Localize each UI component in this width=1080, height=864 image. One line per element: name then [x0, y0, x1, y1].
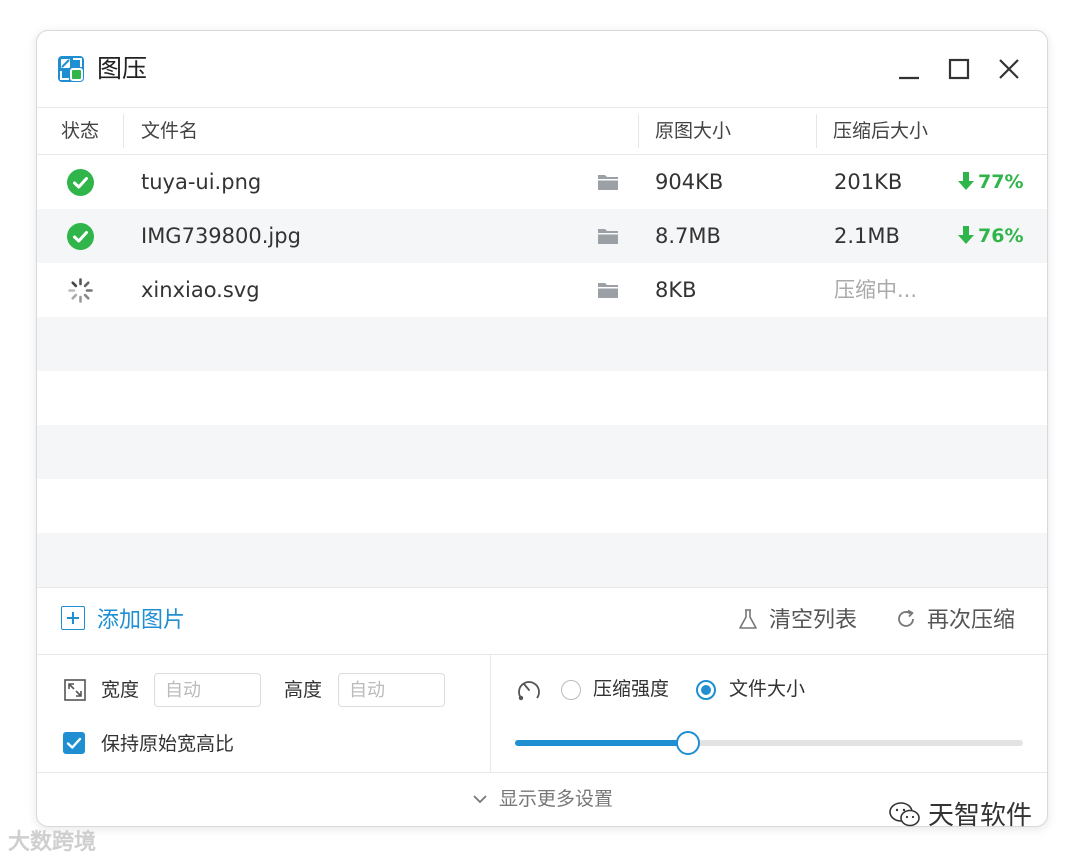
chevron-down-icon	[473, 795, 487, 804]
reduction-percent: 76%	[978, 225, 1024, 247]
recompress-label: 再次压缩	[927, 608, 1016, 633]
arrow-down-icon	[958, 172, 974, 190]
keep-ratio-label[interactable]: 保持原始宽高比	[101, 726, 234, 762]
keep-ratio-checkbox[interactable]	[63, 732, 85, 754]
table-row[interactable]: xinxiao.svg 8KB 压缩中...	[37, 263, 1047, 317]
radio-compression-strength[interactable]	[561, 680, 581, 700]
file-name: IMG739800.jpg	[141, 224, 301, 248]
file-name: xinxiao.svg	[141, 278, 260, 302]
folder-icon[interactable]	[597, 226, 619, 246]
empty-row	[37, 317, 1047, 371]
action-bar: 添加图片 清空列表 再次压缩	[37, 587, 1047, 655]
slider-fill	[515, 740, 688, 746]
radio-file-size[interactable]	[696, 680, 716, 700]
column-divider	[638, 114, 639, 148]
height-label: 高度	[284, 679, 323, 701]
header-original-size[interactable]: 原图大小	[655, 108, 731, 154]
app-title: 图压	[97, 54, 148, 83]
title-bar[interactable]: 图压	[37, 31, 1047, 108]
close-button[interactable]	[993, 53, 1025, 85]
check-circle-icon	[67, 169, 94, 196]
close-icon	[999, 59, 1019, 79]
height-input[interactable]	[338, 673, 445, 707]
recompress-button[interactable]: 再次压缩	[895, 606, 1015, 636]
empty-row	[37, 371, 1047, 425]
compressed-size: 201KB	[834, 170, 903, 194]
reduction-percent: 77%	[978, 171, 1024, 193]
file-name: tuya-ui.png	[141, 170, 262, 194]
settings-divider	[490, 654, 491, 772]
radio-compression-strength-label[interactable]: 压缩强度	[593, 671, 669, 707]
minimize-button[interactable]	[893, 53, 925, 85]
table-header: 状态 文件名 原图大小 压缩后大小	[37, 108, 1047, 155]
add-images-button[interactable]: 添加图片	[61, 606, 185, 636]
folder-icon[interactable]	[597, 172, 619, 192]
radio-file-size-label[interactable]: 文件大小	[729, 671, 805, 707]
clear-list-button[interactable]: 清空列表	[737, 606, 857, 636]
add-images-label: 添加图片	[97, 608, 186, 633]
header-status[interactable]: 状态	[61, 108, 99, 154]
show-more-settings-label: 显示更多设置	[498, 788, 613, 810]
slider-thumb[interactable]	[675, 731, 700, 755]
original-size: 8KB	[655, 278, 697, 302]
compression-slider[interactable]	[515, 731, 1023, 755]
refresh-icon	[898, 609, 914, 627]
header-filename[interactable]: 文件名	[141, 108, 198, 154]
watermark-right-text: 天智软件	[928, 801, 1033, 831]
plus-square-icon	[61, 606, 85, 630]
watermark-right: 天智软件	[888, 798, 1032, 834]
app-logo-icon	[58, 56, 84, 82]
column-divider	[123, 114, 124, 148]
gauge-icon	[518, 681, 540, 701]
compressing-status: 压缩中...	[834, 278, 918, 302]
arrow-down-icon	[958, 226, 974, 244]
compressed-size: 2.1MB	[834, 224, 900, 248]
width-input[interactable]	[154, 673, 261, 707]
app-window: 图压 状态 文件名 原图大小 压缩后大小 tuya-ui.png 904KB 2…	[36, 30, 1048, 827]
reduction-badge: 76%	[957, 209, 1023, 263]
clear-list-label: 清空列表	[769, 608, 858, 633]
check-circle-icon	[67, 223, 94, 250]
original-size: 904KB	[655, 170, 724, 194]
reduction-badge: 77%	[957, 155, 1023, 209]
empty-row	[37, 479, 1047, 533]
settings-panel: 宽度 高度 保持原始宽高比 压缩强度 文件大小	[37, 654, 1047, 773]
flask-icon	[739, 609, 757, 629]
watermark-left-text: 大数跨境	[8, 830, 97, 855]
header-compressed-size[interactable]: 压缩后大小	[833, 108, 928, 154]
table-row[interactable]: IMG739800.jpg 8.7MB 2.1MB 76%	[37, 209, 1047, 263]
table-row[interactable]: tuya-ui.png 904KB 201KB 77%	[37, 155, 1047, 209]
empty-row	[37, 533, 1047, 587]
maximize-icon	[948, 58, 970, 80]
width-label: 宽度	[101, 679, 140, 701]
wechat-icon	[889, 802, 920, 827]
original-size: 8.7MB	[655, 224, 721, 248]
watermark-left: 大数跨境	[8, 828, 96, 858]
maximize-button[interactable]	[943, 53, 975, 85]
column-divider	[816, 114, 817, 148]
folder-icon[interactable]	[597, 280, 619, 300]
empty-row	[37, 425, 1047, 479]
minimize-icon	[899, 76, 919, 80]
checkmark-icon	[66, 737, 82, 749]
spinner-icon	[67, 277, 94, 304]
resize-icon	[64, 679, 86, 701]
